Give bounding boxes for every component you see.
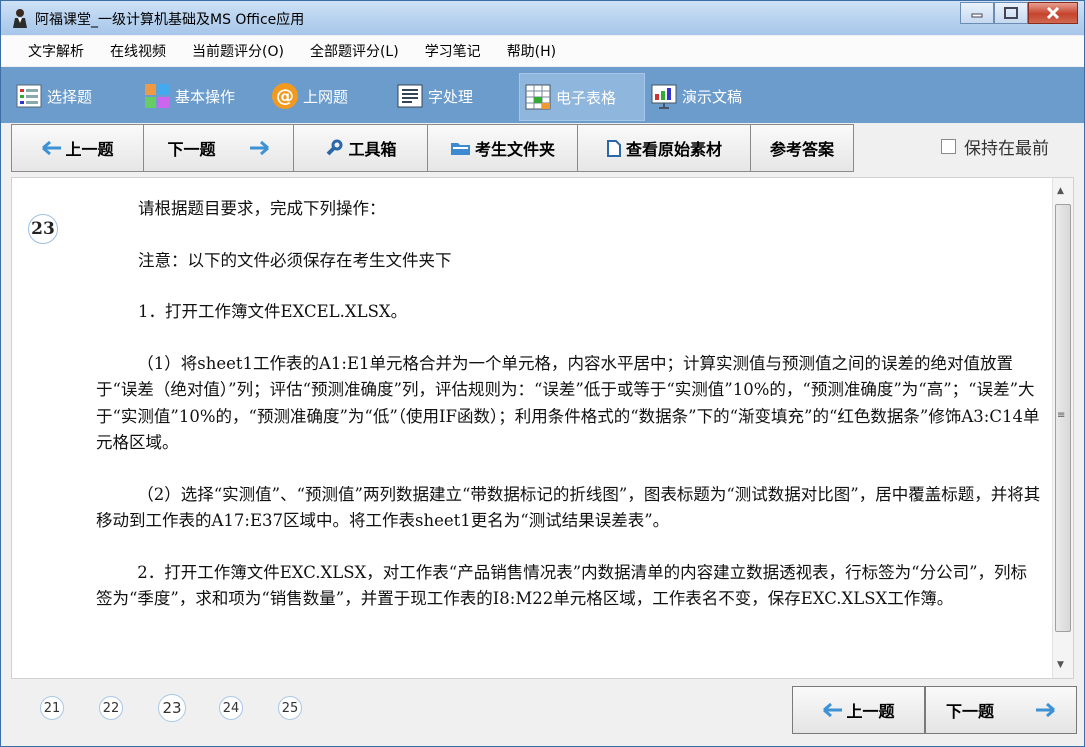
keep-on-top-label: 保持在最前 xyxy=(964,139,1049,159)
keep-on-top-checkbox[interactable]: 保持在最前 xyxy=(941,134,1049,159)
page-link-21[interactable]: 21 xyxy=(40,696,64,720)
instruction-line: 请根据题目要求，完成下列操作： xyxy=(138,199,386,218)
toolbox-label: 工具箱 xyxy=(348,140,397,159)
task-1-part-2: （2）选择“实测值”、“预测值”两列数据建立“带数据标记的折线图”，图表标题为“… xyxy=(96,484,1041,531)
document-icon xyxy=(396,82,424,110)
vertical-scrollbar[interactable]: ▲ ≡ ▼ xyxy=(1052,178,1073,678)
presentation-icon xyxy=(650,82,678,110)
minimize-icon xyxy=(971,13,983,18)
person-icon xyxy=(13,9,27,28)
menu-item-text-analysis[interactable]: 文字解析 xyxy=(28,41,84,61)
category-choice[interactable]: 选择题 xyxy=(15,73,92,119)
task-1-part-1: （1）将sheet1工作表的A1:E1单元格合并为一个单元格，内容水平居中；计算… xyxy=(96,353,1040,453)
menu-item-help[interactable]: 帮助(H) xyxy=(507,41,556,61)
page-link-24[interactable]: 24 xyxy=(219,696,243,720)
footer-prev-label: 上一题 xyxy=(846,702,895,721)
arrow-left-icon xyxy=(823,702,843,718)
nav-toolbar: 上一题 下一题 工具箱 考生文件夹 查看原始素材 参考答案 保持在最前 xyxy=(1,124,1084,172)
scroll-up-icon[interactable]: ▲ xyxy=(1057,186,1064,196)
category-label: 字处理 xyxy=(428,87,474,106)
category-label: 选择题 xyxy=(47,87,93,106)
category-basic-ops[interactable]: 基本操作 xyxy=(143,73,235,119)
category-label: 上网题 xyxy=(303,87,349,106)
candidate-folder-label: 考生文件夹 xyxy=(474,140,555,159)
page-link-23-current[interactable]: 23 xyxy=(158,694,186,722)
app-window: 阿福课堂_一级计算机基础及MS Office应用 文字解析 在线视频 当前题评分… xyxy=(0,0,1085,747)
minimize-button[interactable] xyxy=(960,2,994,24)
scroll-grip-icon: ≡ xyxy=(1057,410,1066,421)
page-link-22[interactable]: 22 xyxy=(99,696,123,720)
title-bar: 阿福课堂_一级计算机基础及MS Office应用 xyxy=(1,1,1084,35)
footer-next-button[interactable]: 下一题 xyxy=(925,686,1077,734)
candidate-folder-button[interactable]: 考生文件夹 xyxy=(427,124,578,172)
reference-answer-button[interactable]: 参考答案 xyxy=(750,124,854,172)
menu-item-score-current[interactable]: 当前题评分(O) xyxy=(192,41,284,61)
menu-item-online-video[interactable]: 在线视频 xyxy=(110,41,166,61)
reference-answer-label: 参考答案 xyxy=(769,140,834,159)
list-icon xyxy=(15,82,43,110)
category-label: 电子表格 xyxy=(556,88,617,107)
checkbox-box[interactable] xyxy=(941,139,956,154)
question-panel: 23 请根据题目要求，完成下列操作： 注意：以下的文件必须保存在考生文件夹下 1… xyxy=(11,177,1074,679)
footer-bar: 21 22 23 24 25 上一题 下一题 xyxy=(1,682,1084,746)
category-label: 基本操作 xyxy=(175,87,236,106)
footer-prev-button[interactable]: 上一题 xyxy=(792,686,925,734)
view-material-button[interactable]: 查看原始素材 xyxy=(577,124,751,172)
menu-bar: 文字解析 在线视频 当前题评分(O) 全部题评分(L) 学习笔记 帮助(H) xyxy=(1,36,1084,66)
menu-item-score-all[interactable]: 全部题评分(L) xyxy=(310,41,399,61)
close-button[interactable] xyxy=(1028,2,1078,24)
spreadsheet-icon xyxy=(524,83,552,111)
next-question-button[interactable]: 下一题 xyxy=(143,124,294,172)
file-icon xyxy=(606,140,621,157)
arrow-left-icon xyxy=(42,140,62,156)
prev-question-button[interactable]: 上一题 xyxy=(11,124,144,172)
question-number-badge: 23 xyxy=(28,214,58,244)
scroll-down-icon[interactable]: ▼ xyxy=(1057,660,1064,670)
category-word[interactable]: 字处理 xyxy=(396,73,473,119)
close-icon xyxy=(1046,7,1060,19)
svg-text:@: @ xyxy=(276,86,294,107)
task-1-line: 1．打开工作簿文件EXCEL.XLSX。 xyxy=(138,302,408,321)
maximize-button[interactable] xyxy=(994,2,1028,24)
window-controls xyxy=(960,2,1078,24)
category-spreadsheet[interactable]: 电子表格 xyxy=(519,73,645,121)
wrench-icon xyxy=(327,139,343,156)
page-link-25[interactable]: 25 xyxy=(278,696,302,720)
view-material-label: 查看原始素材 xyxy=(625,140,722,159)
footer-next-label: 下一题 xyxy=(945,702,994,721)
toolbox-button[interactable]: 工具箱 xyxy=(293,124,428,172)
window-title: 阿福课堂_一级计算机基础及MS Office应用 xyxy=(35,12,305,28)
menu-item-notes[interactable]: 学习笔记 xyxy=(425,41,481,61)
next-question-label: 下一题 xyxy=(167,140,216,159)
task-2-line: 2．打开工作簿文件EXC.XLSX，对工作表“产品销售情况表”内数据清单的内容建… xyxy=(96,562,1028,609)
folder-icon xyxy=(450,143,470,155)
at-icon: @ xyxy=(271,82,299,110)
prev-question-label: 上一题 xyxy=(65,140,114,159)
grid-icon xyxy=(143,82,171,110)
category-presentation[interactable]: 演示文稿 xyxy=(650,73,742,119)
category-label: 演示文稿 xyxy=(682,87,743,106)
arrow-right-icon xyxy=(249,140,269,156)
category-toolbar: 选择题 基本操作 @ 上网题 字处理 电子表格 演示文稿 xyxy=(1,67,1084,123)
arrow-right-icon xyxy=(1036,702,1055,718)
question-text: 请根据题目要求，完成下列操作： 注意：以下的文件必须保存在考生文件夹下 1．打开… xyxy=(96,196,1041,613)
note-line: 注意：以下的文件必须保存在考生文件夹下 xyxy=(138,250,452,270)
maximize-icon xyxy=(1004,7,1018,19)
category-internet[interactable]: @ 上网题 xyxy=(271,73,348,119)
